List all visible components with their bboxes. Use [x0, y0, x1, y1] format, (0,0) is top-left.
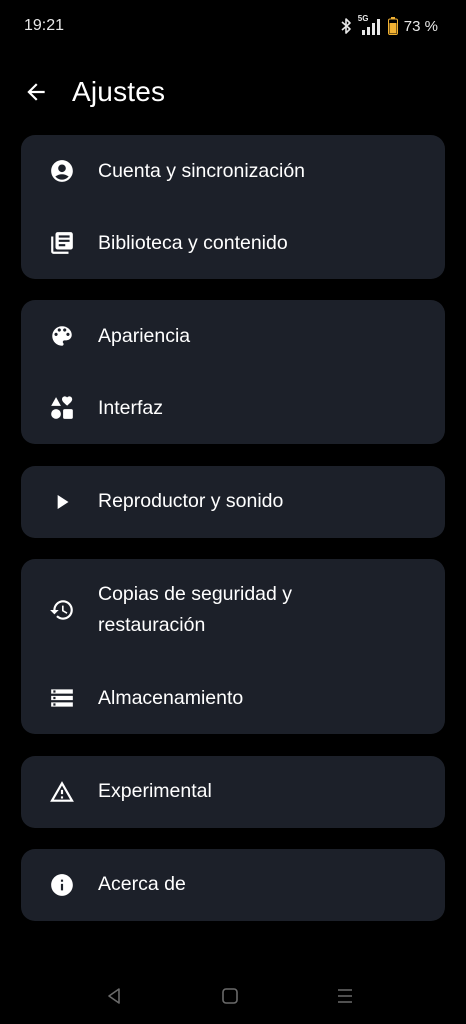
storage-icon: [49, 685, 75, 711]
signal-icon: 5G: [358, 14, 382, 36]
system-nav-bar: [0, 970, 466, 1024]
setting-backup-restore[interactable]: Copias de seguridad y restauración: [21, 559, 445, 662]
library-books-icon: [49, 230, 75, 256]
setting-label: Almacenamiento: [98, 687, 244, 709]
history-icon: [49, 597, 75, 623]
setting-label: Cuenta y sincronización: [98, 160, 306, 182]
top-app-bar: Ajustes: [0, 66, 466, 122]
arrow-left-icon: [23, 79, 49, 110]
bluetooth-icon: [340, 17, 352, 35]
setting-label: Experimental: [98, 780, 212, 802]
warning-icon: [49, 779, 75, 805]
nav-back-button[interactable]: [100, 984, 128, 1012]
palette-icon: [49, 323, 75, 349]
triangle-back-icon: [104, 986, 124, 1011]
page-title: Ajustes: [72, 76, 166, 107]
status-bar: 19:21 5G 73 %: [0, 0, 466, 56]
setting-about[interactable]: Acerca de: [21, 849, 445, 921]
settings-group-experimental: Experimental: [21, 756, 445, 828]
back-button[interactable]: [20, 78, 52, 110]
setting-interface[interactable]: Interfaz: [21, 372, 445, 444]
settings-group-account: Cuenta y sincronización Biblioteca y con…: [21, 135, 445, 279]
setting-library-content[interactable]: Biblioteca y contenido: [21, 207, 445, 279]
setting-experimental[interactable]: Experimental: [21, 756, 445, 828]
square-home-icon: [220, 986, 240, 1011]
setting-storage[interactable]: Almacenamiento: [21, 662, 445, 734]
setting-label: Copias de seguridad y restauración: [98, 583, 293, 636]
setting-player-sound[interactable]: Reproductor y sonido: [21, 466, 445, 538]
battery-level: 73 %: [403, 17, 438, 35]
setting-label: Reproductor y sonido: [98, 490, 284, 512]
settings-group-player: Reproductor y sonido: [21, 466, 445, 538]
settings-group-about: Acerca de: [21, 849, 445, 921]
setting-account-sync[interactable]: Cuenta y sincronización: [21, 135, 445, 207]
status-icons: 5G 73 %: [340, 14, 438, 36]
setting-label: Biblioteca y contenido: [98, 232, 288, 254]
setting-appearance[interactable]: Apariencia: [21, 300, 445, 372]
nav-home-button[interactable]: [216, 984, 244, 1012]
settings-group-appearance: Apariencia Interfaz: [21, 300, 445, 444]
account-circle-icon: [49, 158, 75, 184]
nav-recents-button[interactable]: [331, 984, 359, 1012]
setting-label: Interfaz: [98, 397, 164, 419]
setting-label: Acerca de: [98, 873, 186, 895]
settings-group-backup: Copias de seguridad y restauración Almac…: [21, 559, 445, 734]
status-time: 19:21: [24, 17, 65, 34]
menu-recents-icon: [335, 986, 355, 1011]
shapes-icon: [49, 395, 75, 421]
setting-label: Apariencia: [98, 325, 191, 347]
play-icon: [49, 489, 75, 515]
battery-icon: [387, 17, 398, 35]
info-icon: [49, 872, 75, 898]
